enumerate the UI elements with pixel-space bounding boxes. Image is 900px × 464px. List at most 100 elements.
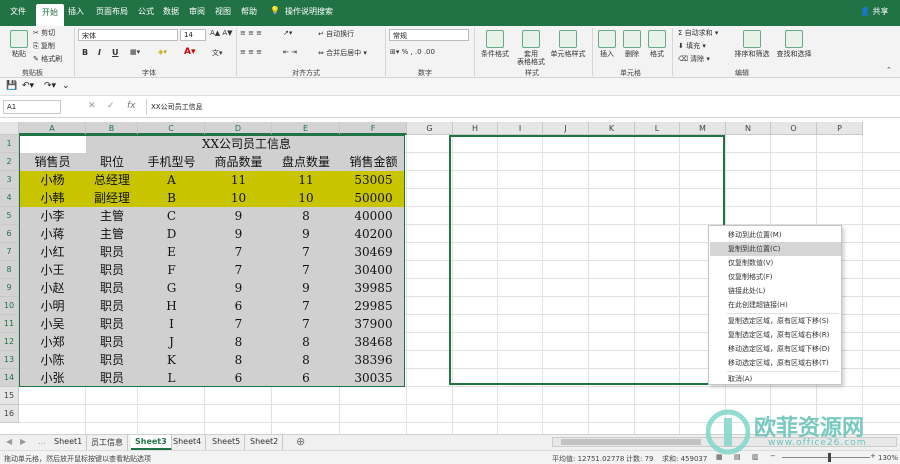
grow-font-button[interactable]: A▲ A▼ — [210, 29, 233, 37]
row-header-8[interactable]: 8 — [0, 261, 19, 279]
column-header-b[interactable]: B — [86, 122, 138, 135]
column-header-g[interactable]: G — [407, 122, 453, 135]
column-header-l[interactable]: L — [635, 122, 680, 135]
column-header-p[interactable]: P — [817, 122, 863, 135]
name-box[interactable]: A1 — [3, 100, 61, 114]
ctx-move-here[interactable]: 移动到此位置(M) — [710, 228, 841, 242]
column-header-d[interactable]: D — [205, 122, 272, 135]
scroll-thumb[interactable] — [561, 439, 701, 445]
enter-icon[interactable]: ✓ — [107, 101, 115, 111]
delete-cells-button[interactable]: 删除 — [621, 30, 643, 58]
menu-formulas[interactable]: 公式 — [138, 6, 154, 17]
cell-styles-button[interactable]: 单元格样式 — [548, 30, 588, 58]
tab-sheet1[interactable]: Sheet1 — [50, 435, 88, 450]
menu-review[interactable]: 审阅 — [189, 6, 205, 17]
merge-center-button[interactable]: ⇔ 合并后居中 ▾ — [318, 48, 367, 58]
number-format-select[interactable]: 常规 — [389, 29, 469, 41]
ctx-cancel[interactable]: 取消(A) — [710, 372, 841, 386]
ctx-move-shift-down[interactable]: 移动选定区域，原有区域下移(D) — [710, 342, 841, 356]
row-header-10[interactable]: 10 — [0, 297, 19, 315]
tab-employee-info[interactable]: 员工信息 — [87, 435, 128, 450]
tell-me-search[interactable]: 操作说明搜索 — [285, 6, 333, 17]
copy-button[interactable]: ⎘ 复制 — [33, 41, 55, 51]
menu-page-layout[interactable]: 页面布局 — [96, 6, 128, 17]
row-header-7[interactable]: 7 — [0, 243, 19, 261]
tab-sheet2[interactable]: Sheet2 — [246, 435, 284, 450]
more-sheets-icon[interactable]: … — [38, 437, 46, 446]
insert-cells-button[interactable]: 插入 — [596, 30, 618, 58]
font-name-select[interactable]: 宋体 — [78, 29, 178, 41]
select-all-corner[interactable] — [0, 122, 19, 135]
accounting-button[interactable]: ⊞▾ % , .0 .00 — [390, 48, 435, 56]
paste-button[interactable]: 粘贴 — [6, 30, 32, 58]
tab-sheet3[interactable]: Sheet3 — [131, 435, 172, 450]
underline-button[interactable]: U — [112, 48, 119, 57]
sort-filter-button[interactable]: 排序和筛选 — [732, 30, 772, 58]
row-header-5[interactable]: 5 — [0, 207, 19, 225]
column-header-k[interactable]: K — [589, 122, 635, 135]
menu-file[interactable]: 文件 — [10, 6, 26, 17]
menu-data[interactable]: 数据 — [163, 6, 179, 17]
save-icon[interactable]: 💾 — [6, 81, 17, 91]
clear-button[interactable]: ⌫ 清除 ▾ — [678, 54, 710, 64]
format-painter-button[interactable]: ✎ 格式刷 — [33, 54, 62, 64]
italic-button[interactable]: I — [98, 48, 101, 57]
menu-view[interactable]: 视图 — [215, 6, 231, 17]
indent-icon[interactable]: ⇤ ⇥ — [283, 48, 297, 56]
ctx-copy-shift-down[interactable]: 复制选定区域，原有区域下移(S) — [710, 314, 841, 328]
row-header-13[interactable]: 13 — [0, 351, 19, 369]
ctx-move-shift-right[interactable]: 移动选定区域，原有区域右移(T) — [710, 356, 841, 370]
row-header-9[interactable]: 9 — [0, 279, 19, 297]
insert-function-icon[interactable]: fx — [127, 101, 136, 111]
ctx-link-here[interactable]: 链接此处(L) — [710, 284, 841, 298]
redo-icon[interactable]: ↷▾ — [44, 81, 56, 91]
column-header-c[interactable]: C — [138, 122, 205, 135]
menu-insert[interactable]: 插入 — [68, 6, 84, 17]
collapse-ribbon-icon[interactable]: ⌃ — [886, 66, 892, 74]
format-as-table-button[interactable]: 套用 表格格式 — [514, 30, 548, 66]
column-header-m[interactable]: M — [680, 122, 726, 135]
phonetic-button[interactable]: 文▾ — [212, 48, 223, 58]
border-button[interactable]: ▦▾ — [130, 48, 140, 56]
row-header-6[interactable]: 6 — [0, 225, 19, 243]
customize-qat-icon[interactable]: ⌄ — [62, 81, 70, 91]
font-size-select[interactable]: 14 — [180, 29, 206, 41]
column-header-j[interactable]: J — [543, 122, 589, 135]
find-select-button[interactable]: 查找和选择 — [774, 30, 814, 58]
undo-icon[interactable]: ↶▾ — [22, 81, 34, 91]
row-header-4[interactable]: 4 — [0, 189, 19, 207]
ctx-copy-here[interactable]: 复制到此位置(C) — [710, 242, 841, 256]
column-header-o[interactable]: O — [771, 122, 817, 135]
row-header-16[interactable]: 16 — [0, 405, 19, 423]
font-color-button[interactable]: A▾ — [184, 47, 195, 57]
fill-button[interactable]: ⬇ 填充 ▾ — [678, 41, 706, 51]
row-header-2[interactable]: 2 — [0, 153, 19, 171]
row-header-15[interactable]: 15 — [0, 387, 19, 405]
row-header-1[interactable]: 1 — [0, 135, 19, 153]
wrap-text-button[interactable]: ↵ 自动换行 — [318, 29, 354, 39]
ctx-copy-shift-right[interactable]: 复制选定区域，原有区域右移(R) — [710, 328, 841, 342]
row-header-11[interactable]: 11 — [0, 315, 19, 333]
orientation-button[interactable]: ↗▾ — [283, 29, 292, 37]
next-sheet-icon[interactable]: ▶ — [20, 437, 26, 446]
column-header-a[interactable]: A — [19, 122, 86, 135]
column-header-i[interactable]: I — [498, 122, 543, 135]
prev-sheet-icon[interactable]: ◀ — [6, 437, 12, 446]
row-header-12[interactable]: 12 — [0, 333, 19, 351]
ctx-create-hyperlink[interactable]: 在此创建超链接(H) — [710, 298, 841, 312]
menu-help[interactable]: 帮助 — [241, 6, 257, 17]
row-header-14[interactable]: 14 — [0, 369, 19, 387]
tab-sheet4[interactable]: Sheet4 — [169, 435, 207, 450]
share-button[interactable]: 👤 共享 — [860, 6, 889, 17]
menu-home[interactable]: 开始 — [36, 4, 64, 26]
column-header-e[interactable]: E — [272, 122, 340, 135]
column-header-n[interactable]: N — [726, 122, 771, 135]
align-top-icon[interactable]: ≡ ≡ ≡ — [240, 29, 262, 37]
fill-color-button[interactable]: ◈▾ — [158, 48, 167, 56]
tab-sheet5[interactable]: Sheet5 — [208, 435, 246, 450]
row-header-3[interactable]: 3 — [0, 171, 19, 189]
conditional-format-button[interactable]: 条件格式 — [478, 30, 512, 58]
autosum-button[interactable]: Σ 自动求和 ▾ — [678, 28, 718, 38]
ctx-copy-formats[interactable]: 仅复制格式(F) — [710, 270, 841, 284]
cancel-icon[interactable]: ✕ — [88, 101, 96, 111]
